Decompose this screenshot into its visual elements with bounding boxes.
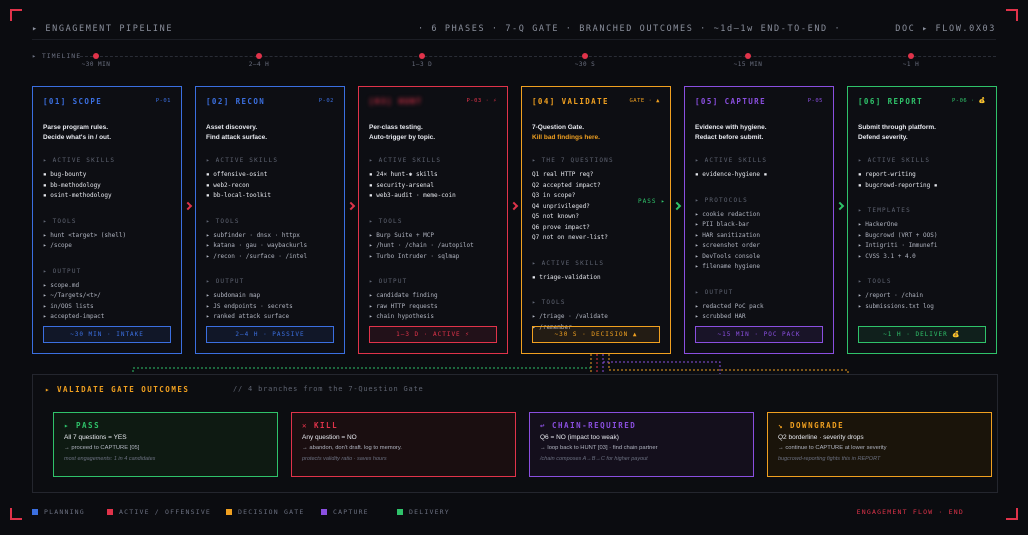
legend-item: ACTIVE / OFFENSIVE [107,508,211,516]
outcome-heading: ↩ CHAIN-REQUIRED [540,421,637,430]
outcome-note: bugcrowd-reporting fights this in REPORT [778,456,881,462]
outcome-condition: Q6 = NO (impact too weak) [540,434,619,441]
flow-end-label: ENGAGEMENT FLOW · END [856,508,964,516]
outcome-condition: Q2 borderline · severity drops [778,434,864,441]
gate-subtitle: // 4 branches from the 7-Question Gate [233,385,424,393]
outcome-chain-required: ↩ CHAIN-REQUIRED Q6 = NO (impact too weak… [529,412,754,477]
legend-swatch [107,509,113,515]
outcome-heading: ▸ PASS [64,421,101,430]
outcome-note: most engagements: 1 in 4 candidates [64,456,156,462]
outcome-downgrade: ↘ DOWNGRADE Q2 borderline · severity drop… [767,412,992,477]
outcome-action: → abandon, don't draft. log to memory. [302,445,402,451]
legend-label: DECISION GATE [238,508,305,516]
legend-label: CAPTURE [333,508,369,516]
outcome-pass: ▸ PASS All 7 questions = YES → proceed to … [53,412,278,477]
legend-item: PLANNING [32,508,85,516]
legend-label: DELIVERY [409,508,450,516]
outcome-action: → continue to CAPTURE at lower severity [778,445,887,451]
legend-item: DECISION GATE [226,508,304,516]
legend-item: CAPTURE [321,508,369,516]
outcome-condition: Any question = NO [302,434,357,441]
outcome-heading: ✕ KILL [302,421,339,430]
legend-label: ACTIVE / OFFENSIVE [119,508,212,516]
outcome-heading: ↘ DOWNGRADE [778,421,845,430]
legend-swatch [321,509,327,515]
outcome-action: → loop back to HUNT [03] · find chain pa… [540,445,658,451]
outcome-note: protects validity ratio · saves hours [302,456,387,462]
outcome-condition: All 7 questions = YES [64,434,127,441]
legend-item: DELIVERY [397,508,450,516]
outcome-kill: ✕ KILL Any question = NO → abandon, don't … [291,412,516,477]
outcome-note: /chain composes A→B→C for higher payout [540,456,648,462]
outcome-action: → proceed to CAPTURE [05] [64,445,140,451]
gate-outcomes-panel: ▸ VALIDATE GATE OUTCOMES // 4 branches f… [32,374,998,493]
legend-swatch [32,509,38,515]
legend-swatch [397,509,403,515]
gate-title: ▸ VALIDATE GATE OUTCOMES [45,385,190,394]
legend-label: PLANNING [44,508,85,516]
legend-swatch [226,509,232,515]
